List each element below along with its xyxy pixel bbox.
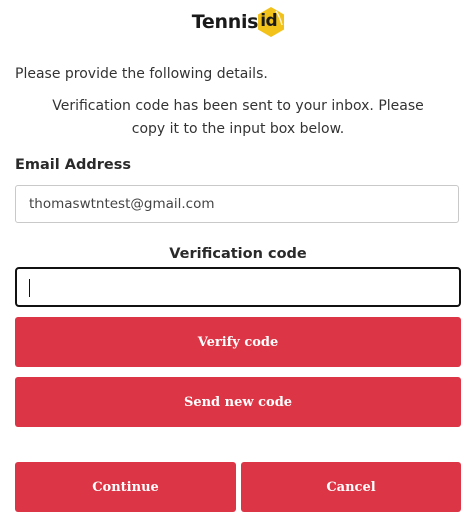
send-new-code-button[interactable]: Send new code <box>15 377 461 427</box>
tennis-id-badge-icon: id <box>254 5 288 39</box>
verify-code-button[interactable]: Verify code <box>15 317 461 367</box>
verification-code-label: Verification code <box>169 246 307 262</box>
brand-name: Tennis <box>191 11 259 33</box>
text-caret <box>29 279 30 297</box>
brand-badge-text: id <box>260 11 278 31</box>
instructions: Verification code has been sent to your … <box>15 95 461 141</box>
verification-code-input[interactable] <box>15 267 461 307</box>
instructions-line-1: Verification code has been sent to your … <box>52 98 424 114</box>
email-field: thomaswtntest@gmail.com <box>15 185 459 223</box>
brand-logo: Tennis id <box>0 4 476 40</box>
instructions-line-2: copy it to the input box below. <box>131 121 345 137</box>
brand-logo-inner: Tennis id <box>192 5 288 39</box>
continue-button[interactable]: Continue <box>15 462 236 512</box>
email-value: thomaswtntest@gmail.com <box>29 196 215 212</box>
cancel-button[interactable]: Cancel <box>241 462 461 512</box>
intro-text: Please provide the following details. <box>15 66 268 82</box>
email-label: Email Address <box>15 157 132 173</box>
